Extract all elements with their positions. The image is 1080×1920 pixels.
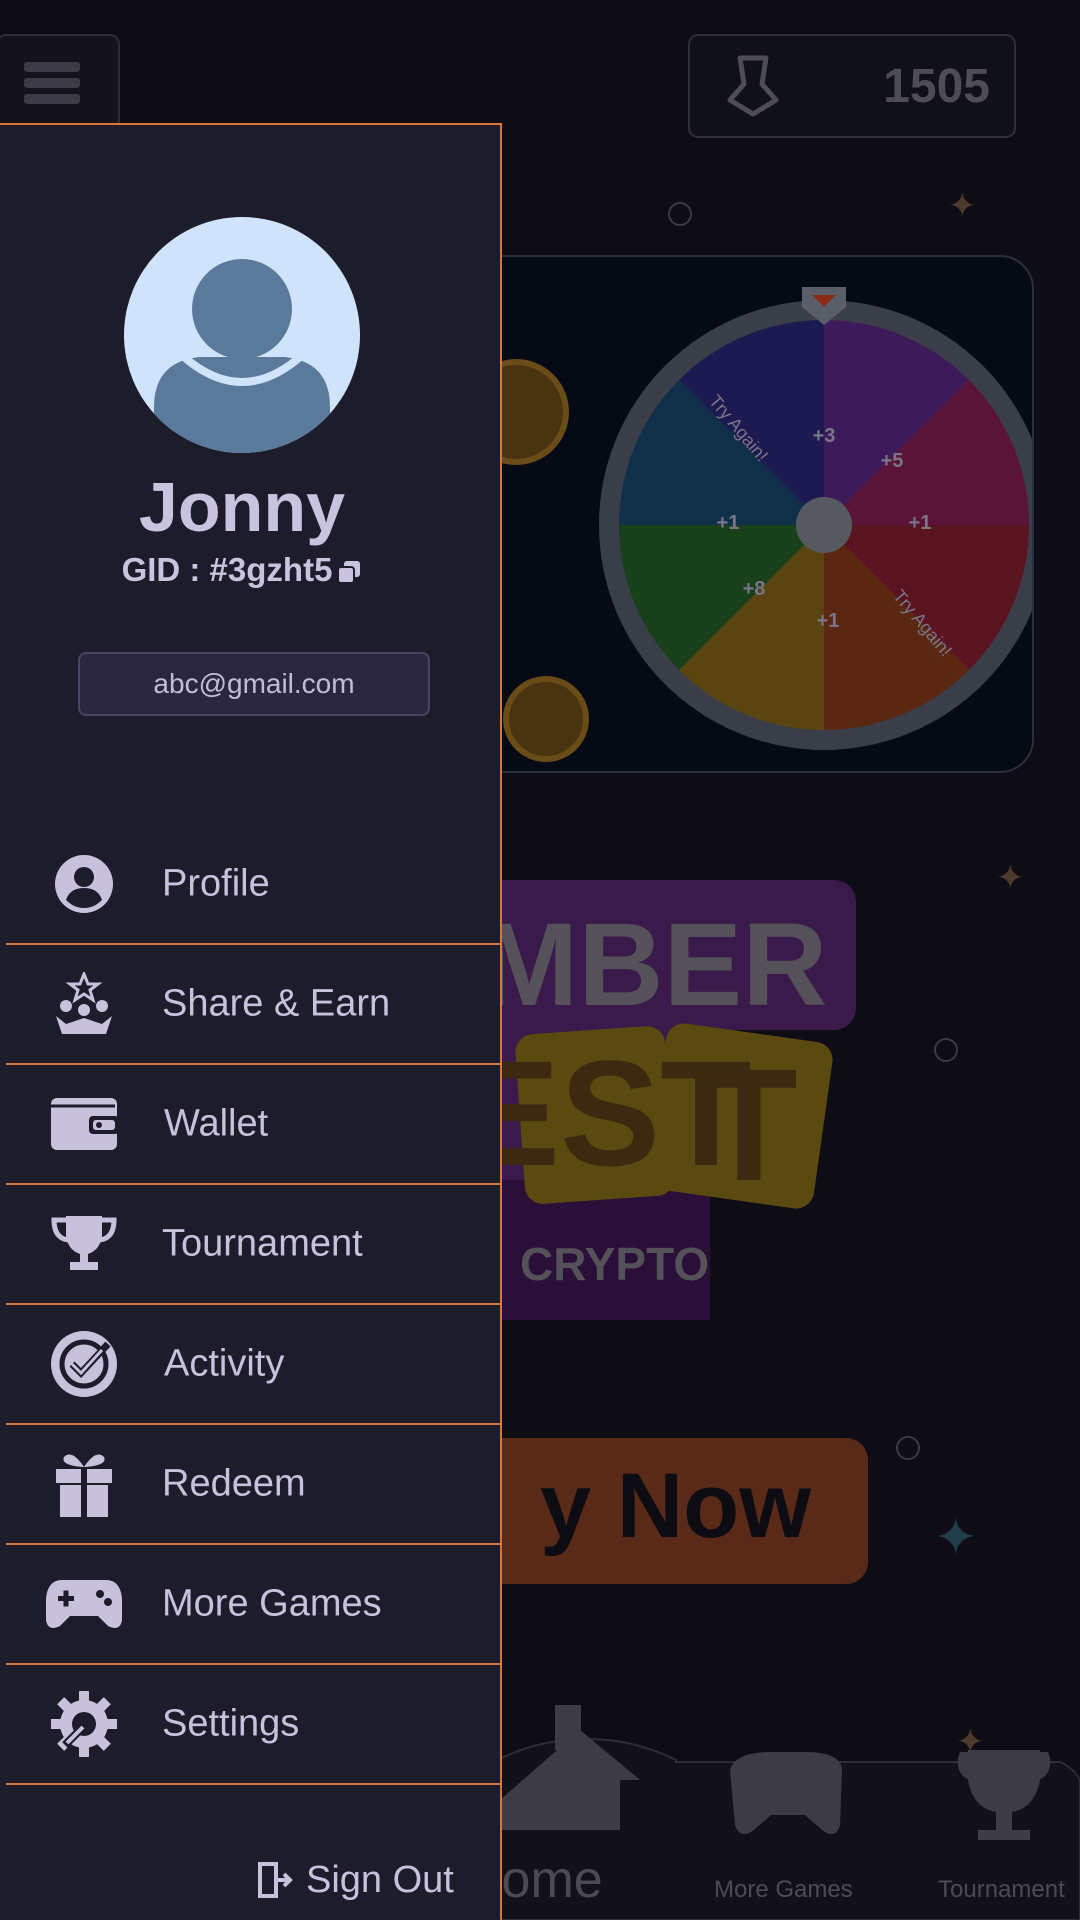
banner-letter-t: T [700, 1035, 798, 1214]
menu-item-activity[interactable]: Activity [6, 1305, 502, 1425]
email-display: abc@gmail.com [78, 652, 430, 716]
decor-dot [934, 1038, 958, 1062]
activity-icon [44, 1329, 124, 1399]
spin-wheel: +3 +5 +1 Try Again! +1 +8 +1 Try Again! [472, 287, 1032, 762]
trophy-icon [44, 1209, 124, 1279]
sparkle-icon: ✦ [996, 859, 1025, 897]
gift-icon [44, 1449, 124, 1519]
menu-item-label: Wallet [164, 1102, 269, 1145]
wheel-segment-label: +1 [717, 512, 740, 534]
menu-item-label: Profile [162, 862, 270, 905]
settings-icon [44, 1689, 124, 1759]
hamburger-menu-button[interactable] [0, 34, 120, 130]
play-now-button[interactable]: y Now [460, 1438, 868, 1584]
nav-tournament-label[interactable]: Tournament [938, 1876, 1065, 1904]
menu-item-tournament[interactable]: Tournament [6, 1185, 502, 1305]
copy-icon[interactable] [336, 559, 362, 585]
menu-item-profile[interactable]: Profile [6, 825, 502, 945]
score-value: 1505 [883, 59, 990, 113]
user-name: Jonny [138, 468, 346, 546]
sparkle-icon: ✦ [948, 187, 977, 225]
gid-row: GID : #3gzht5 [0, 551, 484, 589]
number-quest-banner[interactable]: MBER EST T CRYPTO [460, 880, 860, 1320]
play-now-label: y Now [540, 1455, 811, 1557]
menu-item-label: Settings [162, 1702, 300, 1745]
profile-icon [44, 849, 124, 919]
sign-out-label: Sign Out [306, 1858, 454, 1901]
banner-sub: CRYPTO [520, 1238, 709, 1290]
menu-item-label: Share & Earn [162, 982, 391, 1025]
gid-text: GID : #3gzht5 [121, 551, 333, 588]
wheel-segment-label: +5 [881, 450, 904, 472]
wheel-segment-label: +1 [817, 610, 840, 632]
nav-more-games-label[interactable]: More Games [714, 1876, 853, 1904]
menu-item-label: Redeem [162, 1462, 306, 1505]
menu-item-label: Tournament [162, 1222, 363, 1265]
wheel-segment-label: +8 [743, 578, 766, 600]
side-drawer: Jonny GID : #3gzht5 abc@gmail.com Profil… [0, 123, 502, 1920]
sign-out-icon [258, 1862, 293, 1898]
sparkle-icon: ✦ [934, 1509, 978, 1567]
drawer-menu: Profile Share & Earn Wallet Tournament A… [0, 825, 502, 1785]
decor-dot [896, 1436, 920, 1460]
user-avatar-icon [154, 259, 330, 453]
menu-item-wallet[interactable]: Wallet [6, 1065, 502, 1185]
wheel-segment-label: +3 [813, 425, 836, 447]
menu-item-label: Activity [164, 1342, 285, 1385]
menu-item-share-earn[interactable]: Share & Earn [6, 945, 502, 1065]
nav-home-label[interactable]: lome [490, 1850, 603, 1910]
axe-icon [727, 55, 779, 117]
menu-item-redeem[interactable]: Redeem [6, 1425, 502, 1545]
wallet-icon [44, 1089, 124, 1159]
sign-out-button[interactable]: Sign Out [254, 1852, 454, 1908]
wheel-segment-label: +1 [909, 512, 932, 534]
avatar[interactable] [124, 217, 360, 453]
gamepad-icon [44, 1569, 124, 1639]
menu-item-more-games[interactable]: More Games [6, 1545, 502, 1665]
spin-wheel-card[interactable]: +3 +5 +1 Try Again! +1 +8 +1 Try Again! [470, 255, 1034, 773]
banner-line1: MBER [480, 899, 827, 1031]
menu-item-label: More Games [162, 1582, 382, 1625]
share-earn-icon [44, 969, 124, 1039]
decor-dot [668, 202, 692, 226]
score-box[interactable]: 1505 [688, 34, 1016, 138]
menu-item-settings[interactable]: Settings [6, 1665, 502, 1785]
